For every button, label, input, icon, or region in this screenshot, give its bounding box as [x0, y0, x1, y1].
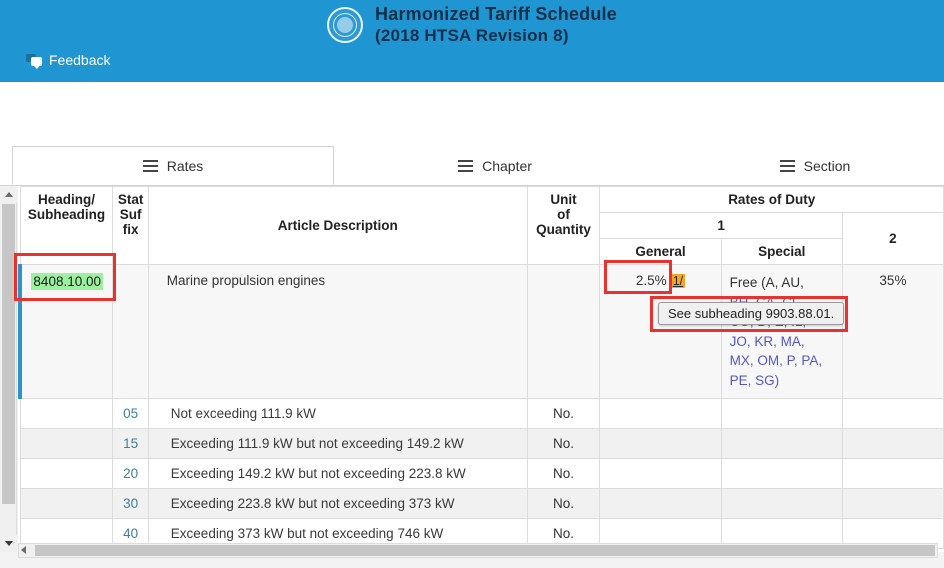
table-row[interactable]: 20 Exceeding 149.2 kW but not exceeding … [20, 459, 944, 489]
general-rate-cell [600, 459, 721, 489]
unit-cell: No. [527, 489, 600, 519]
brand-block: Harmonized Tariff Schedule (2018 HTSA Re… [0, 0, 944, 50]
feedback-label: Feedback [49, 52, 110, 68]
scroll-down-arrow-icon[interactable] [0, 535, 17, 552]
tab-section-label: Section [804, 158, 851, 174]
column2-rate-cell: 35% [842, 265, 943, 399]
view-tabs: Rates Chapter Section [0, 146, 944, 185]
title-line-2: (2018 HTSA Revision 8) [375, 26, 617, 47]
column2-rate-cell [842, 429, 943, 459]
stat-suffix-cell[interactable]: 15 [113, 429, 148, 459]
general-rate-cell[interactable]: 2.5% 1/ [600, 265, 721, 399]
article-description-cell: Exceeding 223.8 kW but not exceeding 373… [148, 489, 527, 519]
hts-code-cell[interactable]: 8408.10.00 [20, 265, 113, 399]
unit-cell: No. [527, 429, 600, 459]
article-description-cell: Not exceeding 111.9 kW [148, 399, 527, 429]
col-special: Special [721, 239, 842, 265]
title-line-1: Harmonized Tariff Schedule [375, 4, 617, 26]
stat-suffix-cell [113, 265, 148, 399]
vertical-scroll-thumb[interactable] [2, 204, 15, 504]
col-unit-of-quantity: Unit of Quantity [527, 187, 600, 265]
special-line-1: Free (A, AU, [730, 275, 804, 290]
article-description-cell: Marine propulsion engines [148, 265, 527, 399]
list-lines-icon [458, 160, 473, 172]
horizontal-scroll-thumb[interactable] [35, 545, 935, 556]
scroll-up-arrow-icon[interactable] [0, 186, 17, 203]
general-rate-cell [600, 429, 721, 459]
htsa-app: Harmonized Tariff Schedule (2018 HTSA Re… [0, 0, 944, 568]
special-rate-cell [721, 459, 842, 489]
table-area: Heading/ Subheading Stat Suf fix Article… [0, 185, 944, 568]
tariff-table-scroll: Heading/ Subheading Stat Suf fix Article… [18, 186, 944, 552]
government-seal-icon [327, 7, 363, 43]
table-row-main[interactable]: 8408.10.00 Marine propulsion engines 2.5… [20, 265, 944, 399]
hts-code-value: 8408.10.00 [31, 273, 103, 290]
special-line-6[interactable]: PE, SG) [730, 373, 780, 388]
hts-code-cell [20, 429, 113, 459]
col-duty-1: 1 [600, 213, 842, 239]
tab-chapter[interactable]: Chapter [370, 146, 620, 185]
list-lines-icon [780, 160, 795, 172]
special-rate-cell [721, 429, 842, 459]
page-header: Harmonized Tariff Schedule (2018 HTSA Re… [0, 0, 944, 82]
column2-rate-cell [842, 459, 943, 489]
scroll-left-arrow-icon[interactable] [21, 546, 26, 554]
col-duty-2: 2 [842, 213, 943, 265]
horizontal-scrollbar[interactable] [18, 543, 938, 558]
table-header: Heading/ Subheading Stat Suf fix Article… [20, 187, 944, 265]
col-rates-of-duty: Rates of Duty [600, 187, 944, 213]
hts-code-cell [20, 399, 113, 429]
article-description-cell: Exceeding 149.2 kW but not exceeding 223… [148, 459, 527, 489]
table-row[interactable]: 05 Not exceeding 111.9 kW No. [20, 399, 944, 429]
col-heading-subheading: Heading/ Subheading [20, 187, 113, 265]
special-line-4[interactable]: JO, KR, MA, [730, 334, 805, 349]
article-description-cell: Exceeding 111.9 kW but not exceeding 149… [148, 429, 527, 459]
tab-section[interactable]: Section [700, 146, 930, 185]
feedback-link[interactable]: Feedback [26, 52, 110, 68]
unit-cell: No. [527, 459, 600, 489]
search-toolbar: 8408.10.00 Search Download Chapter i Gui… [0, 82, 944, 144]
column2-rate-cell [842, 489, 943, 519]
tab-rates-label: Rates [167, 158, 204, 174]
special-rate-cell [721, 399, 842, 429]
special-rate-cell: Free (A, AU, BH, CA, CL, CO, D, E, IL, J… [721, 265, 842, 399]
col-general: General [600, 239, 721, 265]
tariff-table: Heading/ Subheading Stat Suf fix Article… [18, 186, 944, 549]
col-article-description: Article Description [148, 187, 527, 265]
list-lines-icon [143, 160, 158, 172]
column2-rate-cell [842, 399, 943, 429]
unit-cell [527, 265, 600, 399]
table-row[interactable]: 15 Exceeding 111.9 kW but not exceeding … [20, 429, 944, 459]
special-line-5[interactable]: MX, OM, P, PA, [730, 353, 823, 368]
stat-suffix-cell[interactable]: 30 [113, 489, 148, 519]
stat-suffix-cell[interactable]: 05 [113, 399, 148, 429]
general-rate-cell [600, 489, 721, 519]
unit-cell: No. [527, 399, 600, 429]
col-stat-suffix: Stat Suf fix [113, 187, 148, 265]
tab-rates[interactable]: Rates [12, 146, 334, 185]
stat-suffix-cell[interactable]: 20 [113, 459, 148, 489]
general-rate-cell [600, 399, 721, 429]
footnote-marker[interactable]: 1/ [671, 274, 685, 288]
hts-code-cell [20, 489, 113, 519]
tab-chapter-label: Chapter [482, 158, 532, 174]
general-rate-value: 2.5% [636, 273, 667, 288]
page-title: Harmonized Tariff Schedule (2018 HTSA Re… [375, 4, 617, 47]
vertical-scrollbar[interactable] [0, 186, 17, 552]
chat-bubble-icon [26, 54, 42, 67]
footnote-tooltip: See subheading 9903.88.01. [658, 302, 844, 325]
table-row[interactable]: 30 Exceeding 223.8 kW but not exceeding … [20, 489, 944, 519]
hts-code-cell [20, 459, 113, 489]
special-rate-cell [721, 489, 842, 519]
